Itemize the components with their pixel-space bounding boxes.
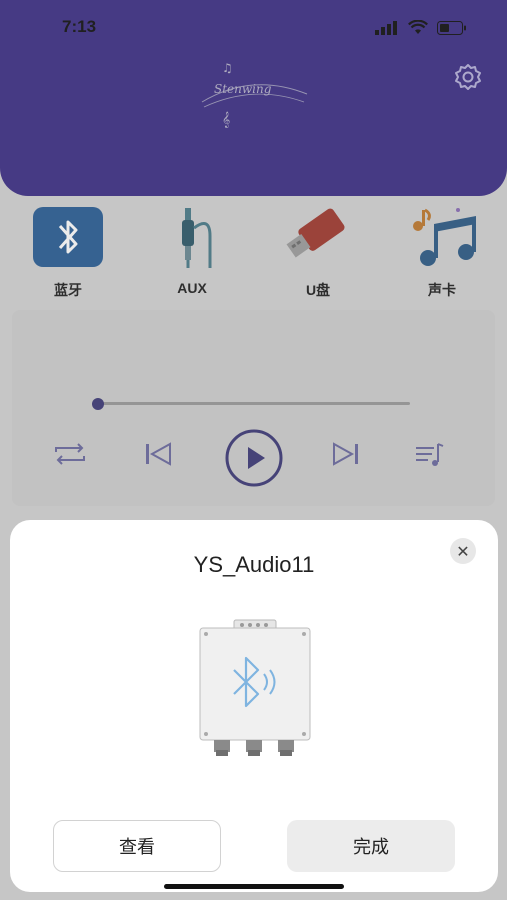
repeat-icon[interactable] (50, 434, 90, 474)
source-label: U盘 (305, 282, 331, 298)
previous-icon[interactable] (138, 434, 178, 474)
progress-handle[interactable] (92, 398, 104, 410)
source-label: 蓝牙 (54, 282, 82, 298)
source-label: 声卡 (428, 282, 456, 298)
gear-icon[interactable] (453, 62, 483, 92)
next-icon[interactable] (326, 434, 366, 474)
home-indicator (164, 884, 344, 889)
progress-track[interactable] (98, 402, 410, 405)
source-aux[interactable]: AUX (142, 206, 242, 296)
close-icon[interactable]: ✕ (450, 538, 476, 564)
aux-cable-icon (156, 206, 228, 268)
status-time: 7:13 (62, 17, 97, 36)
source-selector: 蓝牙 AUX U盘 声卡 (0, 200, 507, 300)
svg-text:𝄞: 𝄞 (222, 112, 230, 128)
wifi-icon (408, 20, 428, 34)
status-icons (375, 20, 467, 35)
logo-text: Stenwing (214, 82, 272, 96)
music-note-icon (406, 206, 478, 268)
source-label: AUX (177, 280, 207, 296)
bluetooth-module-icon (198, 618, 312, 758)
playlist-icon[interactable] (410, 434, 450, 474)
bluetooth-icon (32, 206, 104, 268)
svg-text:♫: ♫ (222, 61, 233, 75)
usb-drive-icon (282, 206, 354, 268)
status-bar: 7:13 (0, 0, 507, 56)
source-bluetooth[interactable]: 蓝牙 (18, 206, 118, 300)
player-card (12, 310, 495, 506)
dialog-title: YS_Audio11 (193, 552, 315, 577)
view-button[interactable]: 查看 (53, 820, 221, 872)
source-usb[interactable]: U盘 (268, 206, 368, 300)
brand-logo: ♫ 𝄞 Stenwing (192, 52, 317, 132)
battery-icon (437, 20, 466, 35)
play-icon[interactable] (224, 428, 284, 488)
device-dialog: YS_Audio11 ✕ 查看 完成 (10, 520, 498, 892)
source-soundcard[interactable]: 声卡 (392, 206, 492, 300)
signal-icon (375, 20, 397, 35)
done-button[interactable]: 完成 (287, 820, 455, 872)
